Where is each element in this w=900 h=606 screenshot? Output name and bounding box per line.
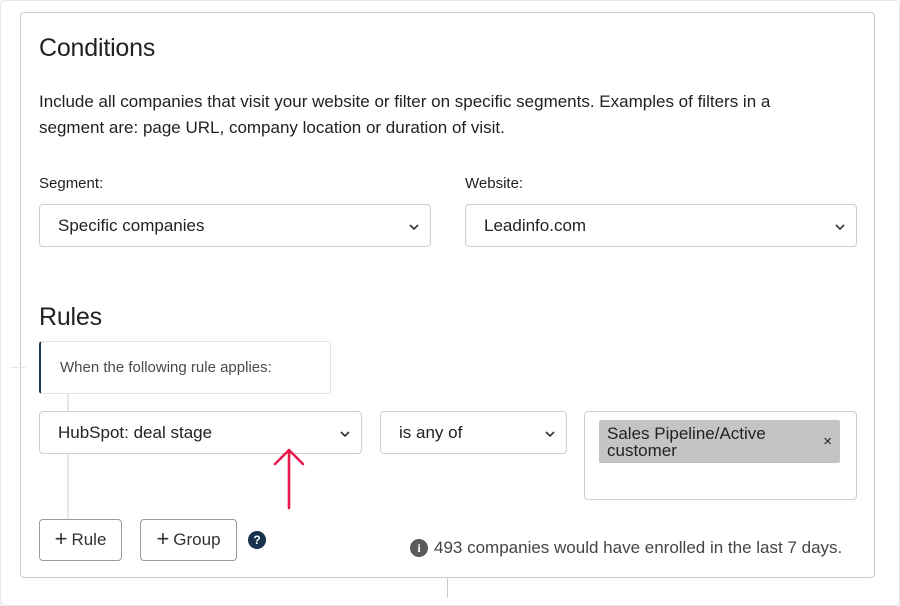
add-rule-button[interactable]: + Rule <box>39 519 122 561</box>
add-group-label: Group <box>173 530 221 549</box>
rule-applies-box: When the following rule applies: <box>39 341 331 394</box>
add-rule-label: Rule <box>71 530 107 549</box>
chevron-down-icon <box>835 223 845 230</box>
arrow-up-icon <box>273 448 305 510</box>
segment-select[interactable]: Specific companies <box>39 204 431 247</box>
value-tag-label: Sales Pipeline/Active customer <box>607 424 766 460</box>
rule-applies-text: When the following rule applies: <box>60 359 272 376</box>
rule-operator-select[interactable]: is any of <box>380 411 567 454</box>
segment-label: Segment: <box>39 175 104 192</box>
rule-value-multiselect[interactable]: Sales Pipeline/Active customer × <box>584 411 857 500</box>
chevron-down-icon <box>545 430 555 437</box>
tree-line <box>67 394 69 411</box>
website-label: Website: <box>465 175 524 192</box>
rule-field-select[interactable]: HubSpot: deal stage <box>39 411 362 454</box>
chevron-down-icon <box>340 430 350 437</box>
rules-title: Rules <box>39 303 102 331</box>
connector-line <box>447 578 448 598</box>
question-circle-icon[interactable]: ? <box>248 531 266 549</box>
add-group-button[interactable]: + Group <box>140 519 237 561</box>
chevron-down-icon <box>409 223 419 230</box>
segment-select-value: Specific companies <box>58 215 205 235</box>
value-tag: Sales Pipeline/Active customer × <box>599 420 840 463</box>
rule-field-value: HubSpot: deal stage <box>58 422 213 442</box>
plus-icon: + <box>156 526 170 551</box>
enrollment-text: 493 companies would have enrolled in the… <box>434 538 843 557</box>
enrollment-info: i 493 companies would have enrolled in t… <box>410 538 842 558</box>
conditions-description: Include all companies that visit your we… <box>39 92 771 137</box>
website-select-value: Leadinfo.com <box>484 215 587 235</box>
website-select[interactable]: Leadinfo.com <box>465 204 857 247</box>
conditions-title: Conditions <box>39 34 156 62</box>
tree-connector <box>10 367 26 368</box>
tree-line <box>67 454 69 519</box>
rule-operator-value: is any of <box>399 422 463 442</box>
info-circle-icon: i <box>410 539 428 557</box>
remove-tag-icon[interactable]: × <box>823 433 832 450</box>
plus-icon: + <box>54 526 68 551</box>
